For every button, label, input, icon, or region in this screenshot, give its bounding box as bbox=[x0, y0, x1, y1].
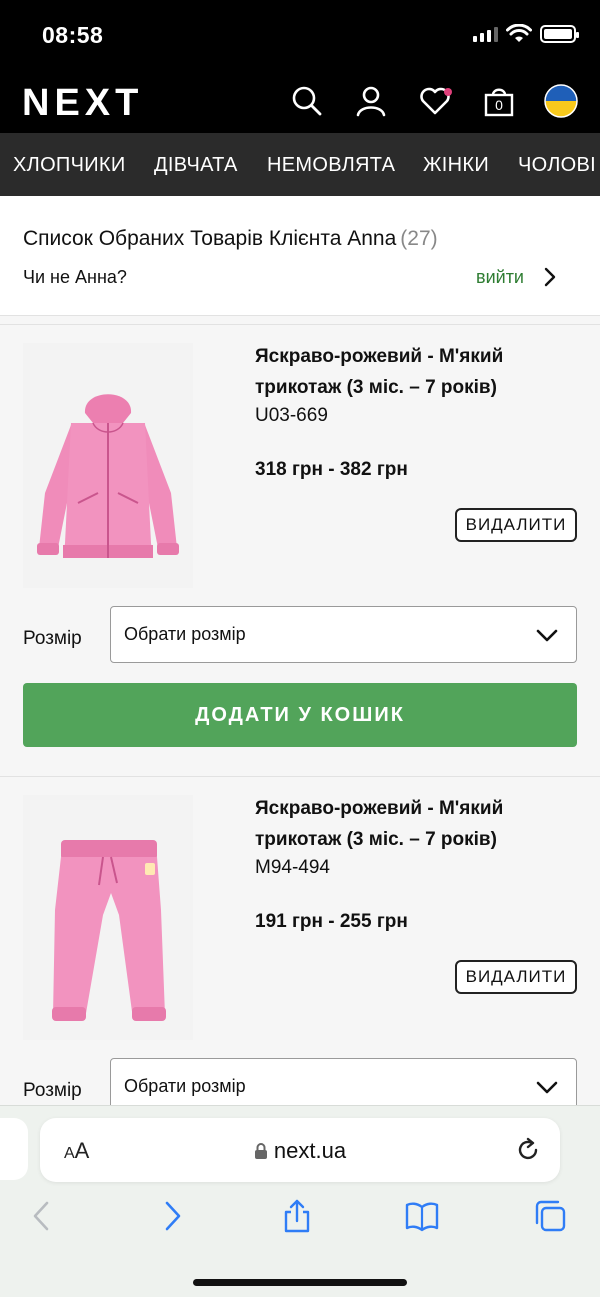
bookmarks-icon[interactable] bbox=[405, 1199, 439, 1233]
chevron-down-icon bbox=[536, 629, 558, 642]
wishlist-header: Список Обраних Товарів Клієнта Anna (27) … bbox=[0, 196, 600, 316]
size-label: Розмір bbox=[23, 628, 82, 649]
url-text: next.ua bbox=[273, 1138, 347, 1163]
previous-tab-peek[interactable] bbox=[0, 1118, 28, 1180]
category-boys[interactable]: ХЛОПЧИКИ bbox=[13, 154, 126, 177]
not-you-text: Чи не Анна? bbox=[23, 267, 127, 287]
forward-icon[interactable] bbox=[155, 1199, 189, 1233]
address-bar[interactable]: AA next.ua bbox=[40, 1118, 560, 1182]
status-bar: 08:58 bbox=[0, 0, 600, 70]
site-header: NEXT 0 bbox=[0, 70, 600, 133]
wishlist-heart-icon[interactable] bbox=[418, 84, 452, 118]
tabs-icon[interactable] bbox=[533, 1199, 567, 1233]
product-price: 318 грн - 382 грн bbox=[255, 459, 408, 480]
wishlist-count: (27) bbox=[400, 227, 438, 250]
status-icons bbox=[473, 24, 579, 44]
home-indicator[interactable] bbox=[193, 1279, 407, 1286]
category-babies[interactable]: НЕМОВЛЯТА bbox=[267, 154, 395, 177]
product-price: 191 грн - 255 грн bbox=[255, 911, 408, 932]
wishlist-item: Яскраво-рожевий - М'який трикотаж (3 міс… bbox=[0, 324, 600, 776]
product-code: U03-669 bbox=[255, 405, 328, 426]
search-icon[interactable] bbox=[290, 84, 324, 118]
cellular-signal-icon bbox=[473, 26, 498, 42]
category-women[interactable]: ЖІНКИ bbox=[423, 154, 489, 177]
url-display[interactable]: next.ua bbox=[40, 1138, 560, 1164]
wishlist-indicator-dot bbox=[444, 88, 452, 96]
chevron-right-icon[interactable] bbox=[540, 266, 560, 288]
account-icon[interactable] bbox=[354, 84, 388, 118]
add-to-bag-button[interactable]: ДОДАТИ У КОШИК bbox=[23, 683, 577, 747]
browser-bottom-bar: AA next.ua bbox=[0, 1105, 600, 1297]
reload-icon[interactable] bbox=[514, 1136, 542, 1164]
lock-icon bbox=[254, 1143, 267, 1159]
category-girls[interactable]: ДІВЧАТА bbox=[154, 154, 238, 177]
wifi-icon bbox=[506, 24, 532, 42]
shopping-bag-icon[interactable]: 0 bbox=[482, 84, 516, 118]
bag-count: 0 bbox=[495, 97, 503, 113]
share-icon[interactable] bbox=[280, 1199, 314, 1233]
wishlist-item: Яскраво-рожевий - М'який трикотаж (3 міс… bbox=[0, 776, 600, 1116]
next-logo[interactable]: NEXT bbox=[22, 82, 143, 125]
category-men[interactable]: ЧОЛОВІ bbox=[518, 154, 596, 177]
category-nav: ХЛОПЧИКИ ДІВЧАТА НЕМОВЛЯТА ЖІНКИ ЧОЛОВІ bbox=[0, 133, 600, 196]
product-name[interactable]: Яскраво-рожевий - М'який трикотаж (3 міс… bbox=[255, 793, 575, 855]
status-time: 08:58 bbox=[42, 22, 104, 48]
remove-button[interactable]: ВИДАЛИТИ bbox=[455, 960, 577, 994]
back-icon[interactable] bbox=[25, 1199, 59, 1233]
size-label: Розмір bbox=[23, 1080, 82, 1101]
product-code: M94-494 bbox=[255, 857, 330, 878]
size-select[interactable]: Обрати розмір bbox=[110, 606, 577, 663]
wishlist-title: Список Обраних Товарів Клієнта Anna (27) bbox=[23, 227, 438, 251]
logout-link[interactable]: вийти bbox=[476, 267, 524, 288]
size-select-value: Обрати розмір bbox=[124, 1076, 246, 1096]
ukraine-flag-icon[interactable] bbox=[544, 84, 578, 118]
product-image-joggers[interactable] bbox=[23, 795, 193, 1040]
battery-icon bbox=[540, 25, 579, 43]
size-select-value: Обрати розмір bbox=[124, 624, 246, 644]
remove-button[interactable]: ВИДАЛИТИ bbox=[455, 508, 577, 542]
product-image-hoodie[interactable] bbox=[23, 343, 193, 588]
chevron-down-icon bbox=[536, 1081, 558, 1094]
wishlist-title-text: Список Обраних Товарів Клієнта Anna bbox=[23, 227, 397, 250]
product-name[interactable]: Яскраво-рожевий - М'який трикотаж (3 міс… bbox=[255, 341, 575, 403]
